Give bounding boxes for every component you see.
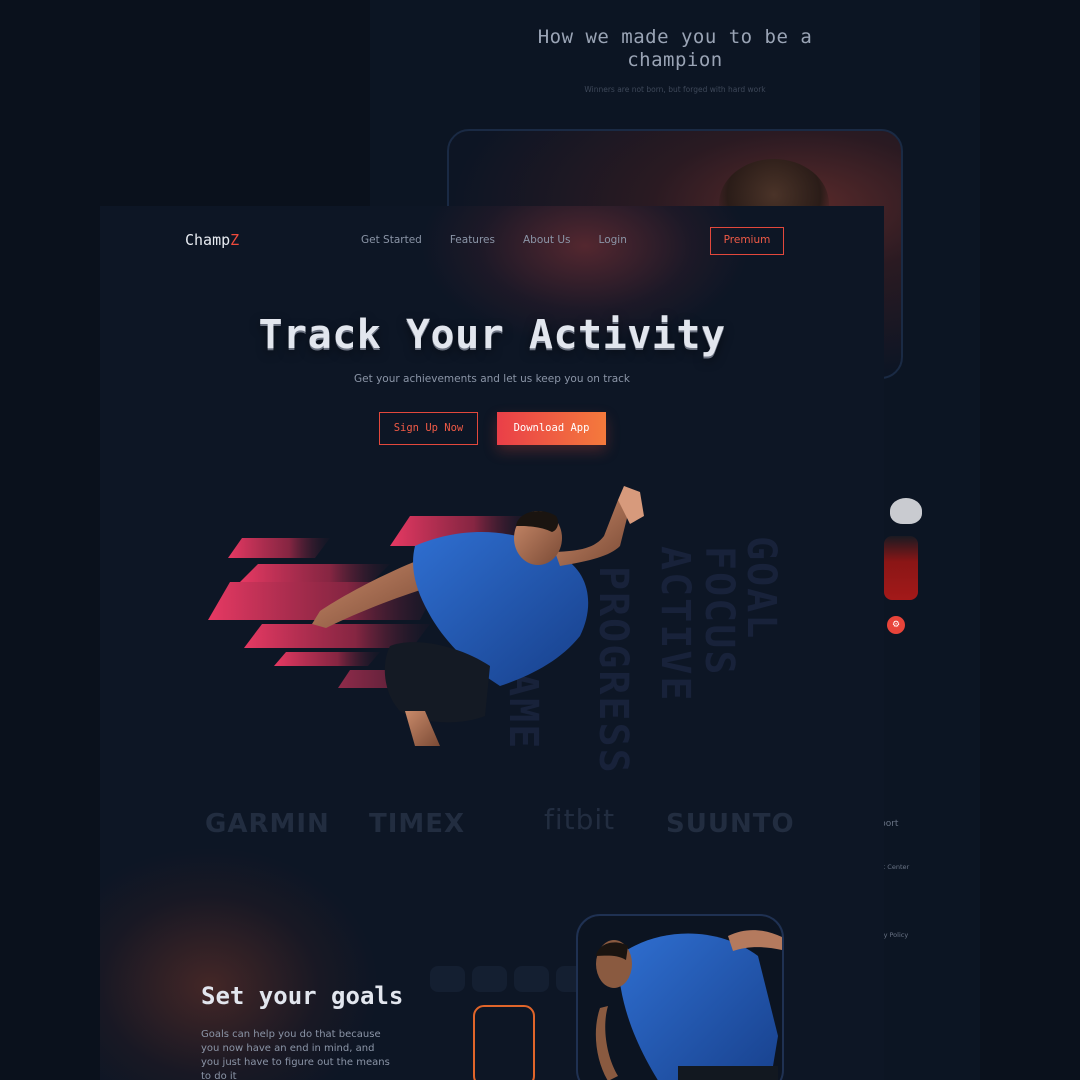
navbar: ChampZ Get Started Features About Us Log… — [100, 206, 884, 276]
goals-title: Set your goals — [201, 982, 404, 1010]
footer-text-center: rt Center — [880, 863, 910, 871]
download-app-button[interactable]: Download App — [497, 412, 606, 445]
background-panel-right — [980, 0, 1080, 1080]
cyclist-jersey — [884, 536, 918, 600]
landing-page: ChampZ Get Started Features About Us Log… — [100, 206, 884, 1080]
nav-link-login[interactable]: Login — [599, 234, 627, 246]
phone-mockup — [576, 914, 784, 1080]
brand-garmin: GARMIN — [205, 809, 330, 839]
nav-link-get-started[interactable]: Get Started — [361, 234, 422, 246]
footer-text-policy: cy Policy — [880, 931, 909, 939]
back-page-header: How we made you to be a champion Winners… — [520, 26, 830, 95]
hero-sprinter-illustration — [208, 486, 644, 746]
goals-description: Goals can help you do that because you n… — [201, 1029, 390, 1080]
sign-up-button[interactable]: Sign Up Now — [379, 412, 478, 445]
nav-link-features[interactable]: Features — [450, 234, 495, 246]
speed-stripe — [240, 564, 390, 582]
bike-icon: ⚙ — [887, 616, 905, 634]
logo-text: Champ — [185, 231, 231, 249]
brand-suunto: SUUNTO — [666, 809, 795, 839]
brand-logos: GARMIN TIMEX fitbit SUUNTO — [100, 801, 884, 841]
brand-fitbit: fitbit — [544, 803, 616, 836]
hero-title: Track Your Activity — [258, 312, 726, 358]
back-page-subtitle: Winners are not born, but forged with ha… — [584, 85, 766, 94]
logo[interactable]: ChampZ — [185, 231, 239, 249]
speed-stripe — [228, 538, 330, 558]
logo-accent: Z — [230, 231, 240, 249]
phone-sprinter-photo — [595, 930, 782, 1080]
back-page-title: How we made you to be a champion — [537, 26, 813, 71]
nav-link-about-us[interactable]: About Us — [523, 234, 571, 246]
brand-timex: TIMEX — [369, 809, 466, 839]
cyclist-helmet — [890, 498, 922, 524]
sprinter-front-arm — [555, 500, 630, 566]
cyclist-photo: ⚙ — [884, 496, 924, 636]
premium-button[interactable]: Premium — [710, 227, 784, 255]
nav-links: Get Started Features About Us Login — [361, 234, 627, 246]
speed-stripe — [274, 652, 380, 666]
hero-subtitle: Get your achievements and let us keep yo… — [354, 373, 630, 385]
